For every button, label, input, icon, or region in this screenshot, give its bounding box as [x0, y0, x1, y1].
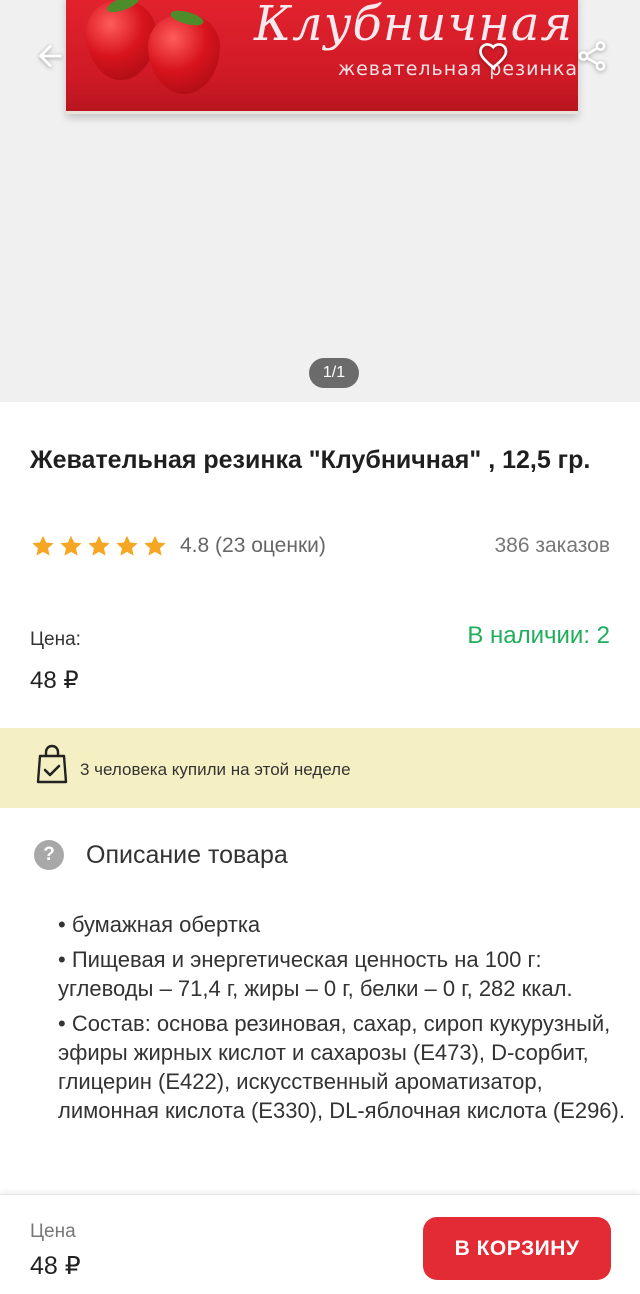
image-pager-indicator: 1/1 — [309, 358, 359, 388]
description-item: • бумажная обертка — [58, 912, 261, 937]
pack-brand-title: Клубничная — [254, 0, 574, 52]
star-icon — [32, 535, 54, 556]
bottom-price-label: Цена — [30, 1221, 76, 1242]
share-button[interactable] — [566, 30, 618, 82]
strawberry-image — [148, 14, 220, 94]
bottom-price: 48 ₽ — [30, 1252, 81, 1280]
favorite-button[interactable] — [468, 30, 520, 82]
description-header: ? Описание товара — [34, 840, 288, 870]
product-title: Жевательная резинка "Клубничная" , 12,5 … — [30, 446, 591, 474]
star-icon — [88, 535, 110, 556]
rating-summary[interactable]: 4.8 (23 оценки) — [180, 534, 326, 558]
back-button[interactable] — [24, 30, 76, 82]
rating-stars[interactable] — [30, 533, 168, 559]
star-icon — [116, 535, 138, 556]
strawberry-image — [86, 0, 156, 80]
social-proof-text: 3 человека купили на этой неделе — [80, 760, 351, 779]
description-item: • Пищевая и энергетическая ценность на 1… — [58, 947, 573, 1001]
pack-subtitle: жевательная резинка — [338, 58, 579, 80]
product-price: 48 ₽ — [30, 667, 79, 694]
heart-icon — [479, 43, 508, 71]
description-item: • Состав: основа резиновая, сахар, сироп… — [58, 1011, 625, 1123]
social-proof-banner: 3 человека купили на этой неделе — [0, 728, 640, 808]
arrow-left-icon — [38, 44, 62, 68]
shopping-bag-check-icon — [36, 744, 68, 784]
price-label: Цена: — [30, 629, 81, 650]
bottom-purchase-bar: Цена 48 ₽ В КОРЗИНУ — [0, 1194, 640, 1294]
stock-status: В наличии: 2 — [467, 622, 610, 649]
star-icon — [60, 535, 82, 556]
description-body: • бумажная обертка • Пищевая и энергетич… — [58, 910, 640, 1131]
share-icon — [578, 41, 606, 71]
orders-count: 386 заказов — [494, 534, 611, 557]
product-image-gallery[interactable]: Клубничная жевательная резинка 1/1 — [0, 0, 640, 402]
description-title: Описание товара — [86, 840, 288, 869]
add-to-cart-button[interactable]: В КОРЗИНУ — [423, 1217, 611, 1280]
question-circle-icon: ? — [34, 840, 64, 870]
star-icon — [144, 535, 166, 556]
